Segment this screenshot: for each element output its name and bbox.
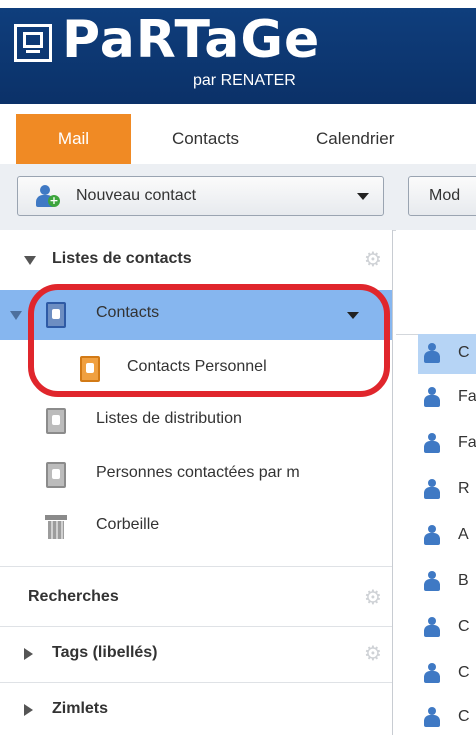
sidebar-item-label: Contacts bbox=[96, 304, 160, 321]
chevron-down-icon[interactable] bbox=[347, 312, 359, 319]
zimlets-label: Zimlets bbox=[52, 700, 109, 717]
sidebar: Listes de contacts ⚙ Contacts Contacts P… bbox=[0, 230, 393, 735]
person-icon bbox=[424, 433, 440, 453]
tags-label: Tags (libellés) bbox=[52, 644, 158, 661]
address-book-icon bbox=[46, 302, 66, 328]
divider bbox=[0, 566, 392, 567]
list-item[interactable]: C bbox=[418, 608, 476, 648]
app-tab-bar: Mail Contacts Calendrier bbox=[0, 104, 476, 165]
list-item-label: Fa bbox=[458, 434, 476, 451]
address-book-icon bbox=[46, 462, 66, 488]
divider bbox=[0, 682, 392, 683]
new-contact-icon: + bbox=[36, 185, 60, 207]
list-item-label: Fa bbox=[458, 388, 476, 405]
logo-text: PaRTaGe bbox=[62, 10, 321, 70]
address-book-icon bbox=[80, 356, 100, 382]
contact-lists-label: Listes de contacts bbox=[52, 250, 192, 267]
trash-icon bbox=[45, 515, 67, 539]
list-item[interactable]: C bbox=[418, 654, 476, 694]
tab-calendar[interactable]: Calendrier bbox=[280, 114, 476, 164]
sidebar-item-label: Corbeille bbox=[96, 516, 160, 533]
list-item[interactable]: C bbox=[418, 698, 476, 738]
toolbar: + Nouveau contact Mod bbox=[0, 164, 476, 231]
list-item-label: C bbox=[458, 344, 470, 361]
modify-label: Mod bbox=[429, 187, 461, 204]
contact-list-header bbox=[396, 230, 476, 335]
sidebar-item-label: Contacts Personnel bbox=[127, 358, 267, 375]
searches-header[interactable]: Recherches ⚙ bbox=[0, 574, 392, 622]
sidebar-item-label: Listes de distribution bbox=[96, 410, 242, 427]
person-icon bbox=[424, 343, 440, 363]
tab-mail[interactable]: Mail bbox=[16, 114, 131, 164]
sidebar-item-label: Personnes contactées par m bbox=[96, 464, 300, 481]
expand-triangle-icon[interactable] bbox=[10, 311, 22, 320]
new-contact-label: Nouveau contact bbox=[76, 187, 197, 204]
person-icon bbox=[424, 571, 440, 591]
gear-icon[interactable]: ⚙ bbox=[362, 248, 384, 270]
expand-triangle-icon[interactable] bbox=[24, 704, 33, 716]
logo-subtitle: par RENATER bbox=[193, 72, 296, 89]
top-strip bbox=[0, 0, 476, 8]
list-item[interactable]: R bbox=[418, 470, 476, 510]
list-item-label: R bbox=[458, 480, 470, 497]
list-item[interactable]: Fa bbox=[418, 424, 476, 464]
contact-lists-header[interactable]: Listes de contacts ⚙ bbox=[0, 236, 392, 284]
tab-contacts[interactable]: Contacts bbox=[131, 114, 280, 164]
gear-icon[interactable]: ⚙ bbox=[362, 586, 384, 608]
sidebar-item-contacted-people[interactable]: Personnes contactées par m bbox=[0, 450, 392, 500]
address-book-icon bbox=[46, 408, 66, 434]
sidebar-item-contacts[interactable]: Contacts bbox=[0, 290, 392, 340]
list-item[interactable]: Fa bbox=[418, 378, 476, 418]
app-header: PaRTaGe par RENATER bbox=[0, 0, 476, 104]
person-icon bbox=[424, 387, 440, 407]
list-item-label: C bbox=[458, 618, 470, 635]
list-item-label: C bbox=[458, 664, 470, 681]
list-item-label: A bbox=[458, 526, 469, 543]
sidebar-item-trash[interactable]: Corbeille bbox=[0, 502, 392, 552]
person-icon bbox=[424, 479, 440, 499]
list-item-label: B bbox=[458, 572, 469, 589]
gear-icon[interactable]: ⚙ bbox=[362, 642, 384, 664]
new-contact-button[interactable]: + Nouveau contact bbox=[17, 176, 384, 216]
person-icon bbox=[424, 525, 440, 545]
chevron-down-icon[interactable] bbox=[357, 193, 369, 200]
list-item-label: C bbox=[458, 708, 470, 725]
list-item[interactable]: C bbox=[418, 334, 476, 374]
modify-button[interactable]: Mod bbox=[408, 176, 476, 216]
person-icon bbox=[424, 707, 440, 727]
list-item[interactable]: B bbox=[418, 562, 476, 602]
tags-header[interactable]: Tags (libellés) ⚙ bbox=[0, 630, 392, 678]
zimlets-header[interactable]: Zimlets bbox=[0, 686, 392, 734]
list-item[interactable]: A bbox=[418, 516, 476, 556]
logo-icon bbox=[14, 24, 52, 62]
expand-triangle-icon[interactable] bbox=[24, 648, 33, 660]
sidebar-item-distribution-lists[interactable]: Listes de distribution bbox=[0, 396, 392, 446]
person-icon bbox=[424, 617, 440, 637]
divider bbox=[0, 626, 392, 627]
contact-list: C Fa Fa R A B C C C bbox=[396, 230, 476, 735]
person-icon bbox=[424, 663, 440, 683]
sidebar-item-contacts-personnel[interactable]: Contacts Personnel bbox=[0, 344, 392, 394]
searches-label: Recherches bbox=[28, 588, 119, 605]
collapse-triangle-icon[interactable] bbox=[24, 256, 36, 265]
